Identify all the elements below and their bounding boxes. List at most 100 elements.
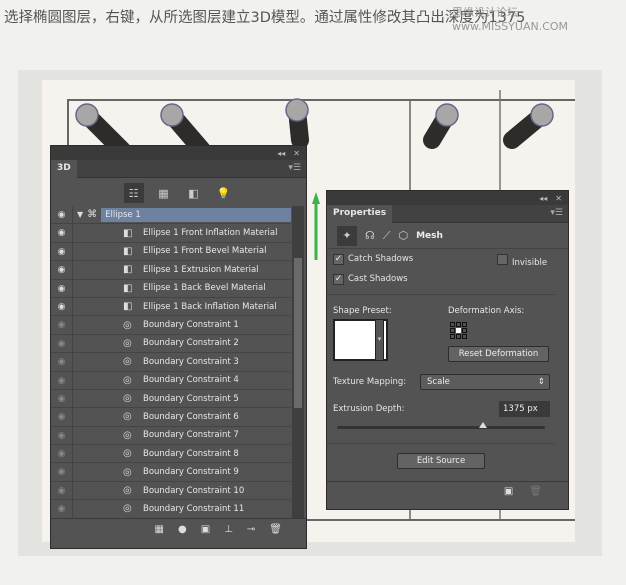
constraint-icon[interactable]: ⊸: [247, 524, 255, 535]
constraint-icon: ◎: [123, 411, 132, 423]
expand-triangle-icon[interactable]: ▼: [77, 210, 83, 219]
layer-name: Boundary Constraint 10: [143, 485, 245, 496]
panel-menu-icon[interactable]: ▾☰: [550, 208, 563, 218]
layer-row[interactable]: ◉ ◎ Boundary Constraint 2: [51, 334, 291, 354]
layer-name: Boundary Constraint 8: [143, 448, 239, 459]
visibility-eye-icon[interactable]: ◉: [51, 426, 73, 445]
visibility-eye-icon[interactable]: ◉: [51, 297, 73, 316]
layer-row[interactable]: ◉ ◎ Boundary Constraint 4: [51, 371, 291, 390]
layer-row[interactable]: ◉ ◧ Ellipse 1 Front Inflation Material: [51, 224, 291, 243]
close-button[interactable]: ✕: [555, 194, 562, 203]
layer-row[interactable]: ◉ ◧ Ellipse 1 Back Inflation Material: [51, 297, 291, 317]
layer-row[interactable]: ◉ ◎ Boundary Constraint 3: [51, 353, 291, 372]
texture-mapping-select[interactable]: Scale ⇕: [420, 374, 550, 390]
layer-row[interactable]: ◉ ◧ Ellipse 1 Extrusion Material: [51, 261, 291, 280]
layer-name: Ellipse 1 Front Inflation Material: [143, 228, 278, 239]
visibility-eye-icon[interactable]: ◉: [51, 445, 73, 463]
layer-row[interactable]: ◉ ◎ Boundary Constraint 9: [51, 463, 291, 482]
layer-row[interactable]: ◉ ◧ Ellipse 1 Back Bevel Material: [51, 279, 291, 298]
visibility-eye-icon[interactable]: ◉: [51, 261, 73, 279]
layer-row[interactable]: ◉ ◎ Boundary Constraint 5: [51, 389, 291, 409]
material-icon: ◧: [123, 245, 133, 257]
visibility-eye-icon[interactable]: ◉: [51, 353, 73, 371]
constraint-icon: ◎: [123, 503, 132, 515]
render-icon[interactable]: ▣: [504, 486, 513, 497]
tutorial-caption: 选择椭圆图层，右键，从所选图层建立3D模型。通过属性修改其凸出深度为1375: [4, 10, 526, 26]
collapse-button[interactable]: ◂◂: [539, 194, 547, 203]
drop-to-plane-icon[interactable]: ⊥: [224, 524, 233, 535]
scrollbar-thumb[interactable]: [294, 258, 302, 408]
material-icon: ◧: [123, 227, 133, 239]
slider-thumb[interactable]: [478, 422, 487, 428]
coordinates-mode-icon[interactable]: ⬡: [398, 229, 408, 242]
layer-name: Boundary Constraint 11: [143, 503, 245, 514]
visibility-eye-icon[interactable]: ◉: [51, 371, 73, 389]
layer-row[interactable]: ◉ ◎ Boundary Constraint 1: [51, 316, 291, 335]
close-button[interactable]: ✕: [293, 149, 300, 158]
constraint-icon: ◎: [123, 466, 132, 478]
visibility-eye-icon[interactable]: ◉: [51, 316, 73, 334]
layer-row[interactable]: ◉ ◎ Boundary Constraint 7: [51, 426, 291, 446]
visibility-eye-icon[interactable]: ◉: [51, 242, 73, 261]
material-icon: ◧: [123, 264, 133, 276]
visibility-eye-icon[interactable]: ◉: [51, 481, 73, 500]
layer-name: Boundary Constraint 4: [143, 375, 239, 386]
catch-shadows-checkbox[interactable]: ✓ Catch Shadows: [333, 254, 413, 265]
delete-icon[interactable]: 🗑: [529, 486, 542, 497]
render-icon[interactable]: ▣: [201, 524, 210, 535]
constraint-icon: ◎: [123, 356, 132, 368]
constraint-icon: ◎: [123, 337, 132, 349]
edit-source-button[interactable]: Edit Source: [397, 453, 485, 469]
scene-filter-icon[interactable]: ☷: [123, 183, 144, 203]
mesh-filter-icon[interactable]: ▦: [154, 183, 174, 203]
material-icon: ◧: [123, 282, 133, 294]
mesh-mode-icon[interactable]: ✦: [337, 225, 357, 246]
material-icon: ◧: [123, 301, 133, 313]
layer-row[interactable]: ◉ ◎ Boundary Constraint 10: [51, 481, 291, 501]
cast-shadows-checkbox[interactable]: ✓ Cast Shadows: [333, 274, 408, 285]
visibility-eye-icon[interactable]: ◉: [51, 224, 73, 242]
panel-menu-icon[interactable]: ▾☰: [288, 163, 301, 173]
deformation-axis-label: Deformation Axis:: [448, 306, 525, 316]
layer-row[interactable]: ◉ ◎ Boundary Constraint 6: [51, 408, 291, 427]
layer-name: Boundary Constraint 2: [143, 338, 239, 349]
visibility-eye-icon[interactable]: ◉: [51, 279, 73, 297]
extrusion-depth-input[interactable]: 1375 px: [499, 401, 550, 417]
scrollbar[interactable]: [292, 206, 304, 518]
layer-name: Boundary Constraint 3: [143, 356, 239, 367]
layer-name: Boundary Constraint 7: [143, 430, 239, 441]
constraint-icon: ◎: [123, 485, 132, 497]
extrusion-depth-label: Extrusion Depth:: [333, 404, 405, 414]
material-filter-icon[interactable]: ◧: [184, 183, 204, 203]
delete-icon[interactable]: 🗑: [269, 524, 282, 535]
layer-name: Ellipse 1: [101, 207, 291, 222]
visibility-eye-icon[interactable]: ◉: [51, 334, 73, 353]
extrusion-depth-slider[interactable]: [337, 422, 545, 429]
deformation-axis-grid[interactable]: [450, 322, 467, 339]
tab-3d[interactable]: 3D: [51, 160, 77, 178]
layer-row[interactable]: ◉ ◎ Boundary Constraint 8: [51, 445, 291, 464]
visibility-eye-icon[interactable]: ◉: [51, 500, 73, 518]
tab-properties[interactable]: Properties: [327, 205, 393, 223]
collapse-button[interactable]: ◂◂: [277, 149, 285, 158]
shape-preset-dropdown[interactable]: ▾: [375, 319, 384, 361]
add-light-icon[interactable]: ●: [178, 524, 187, 535]
3d-panel: ◂◂ ✕ 3D ▾☰ ☷ ▦ ◧ 💡 ◉ ▼ ⌘ Ellipse 1 ◉ ◧ Ellipse 1…: [50, 145, 307, 549]
layer-row[interactable]: ◉ ◎ Boundary Constraint 11: [51, 500, 291, 519]
visibility-eye-icon[interactable]: ◉: [51, 463, 73, 481]
visibility-eye-icon[interactable]: ◉: [51, 206, 73, 224]
reset-deformation-button[interactable]: Reset Deformation: [448, 346, 549, 362]
deform-mode-icon[interactable]: ☊: [365, 229, 375, 242]
layer-list: ◉ ▼ ⌘ Ellipse 1 ◉ ◧ Ellipse 1 Front Inflation …: [51, 206, 291, 519]
add-mesh-icon[interactable]: ▦: [155, 524, 164, 535]
visibility-eye-icon[interactable]: ◉: [51, 408, 73, 426]
layer-row[interactable]: ◉ ▼ ⌘ Ellipse 1: [51, 206, 291, 225]
visibility-eye-icon[interactable]: ◉: [51, 389, 73, 408]
invisible-checkbox[interactable]: Invisible: [497, 254, 547, 268]
layer-name: Ellipse 1 Front Bevel Material: [143, 246, 267, 257]
layer-name: Ellipse 1 Extrusion Material: [143, 264, 259, 275]
constraint-icon: ◎: [123, 374, 132, 386]
light-filter-icon[interactable]: 💡: [214, 183, 234, 203]
layer-row[interactable]: ◉ ◧ Ellipse 1 Front Bevel Material: [51, 242, 291, 262]
cap-mode-icon[interactable]: ⟋: [383, 229, 391, 243]
